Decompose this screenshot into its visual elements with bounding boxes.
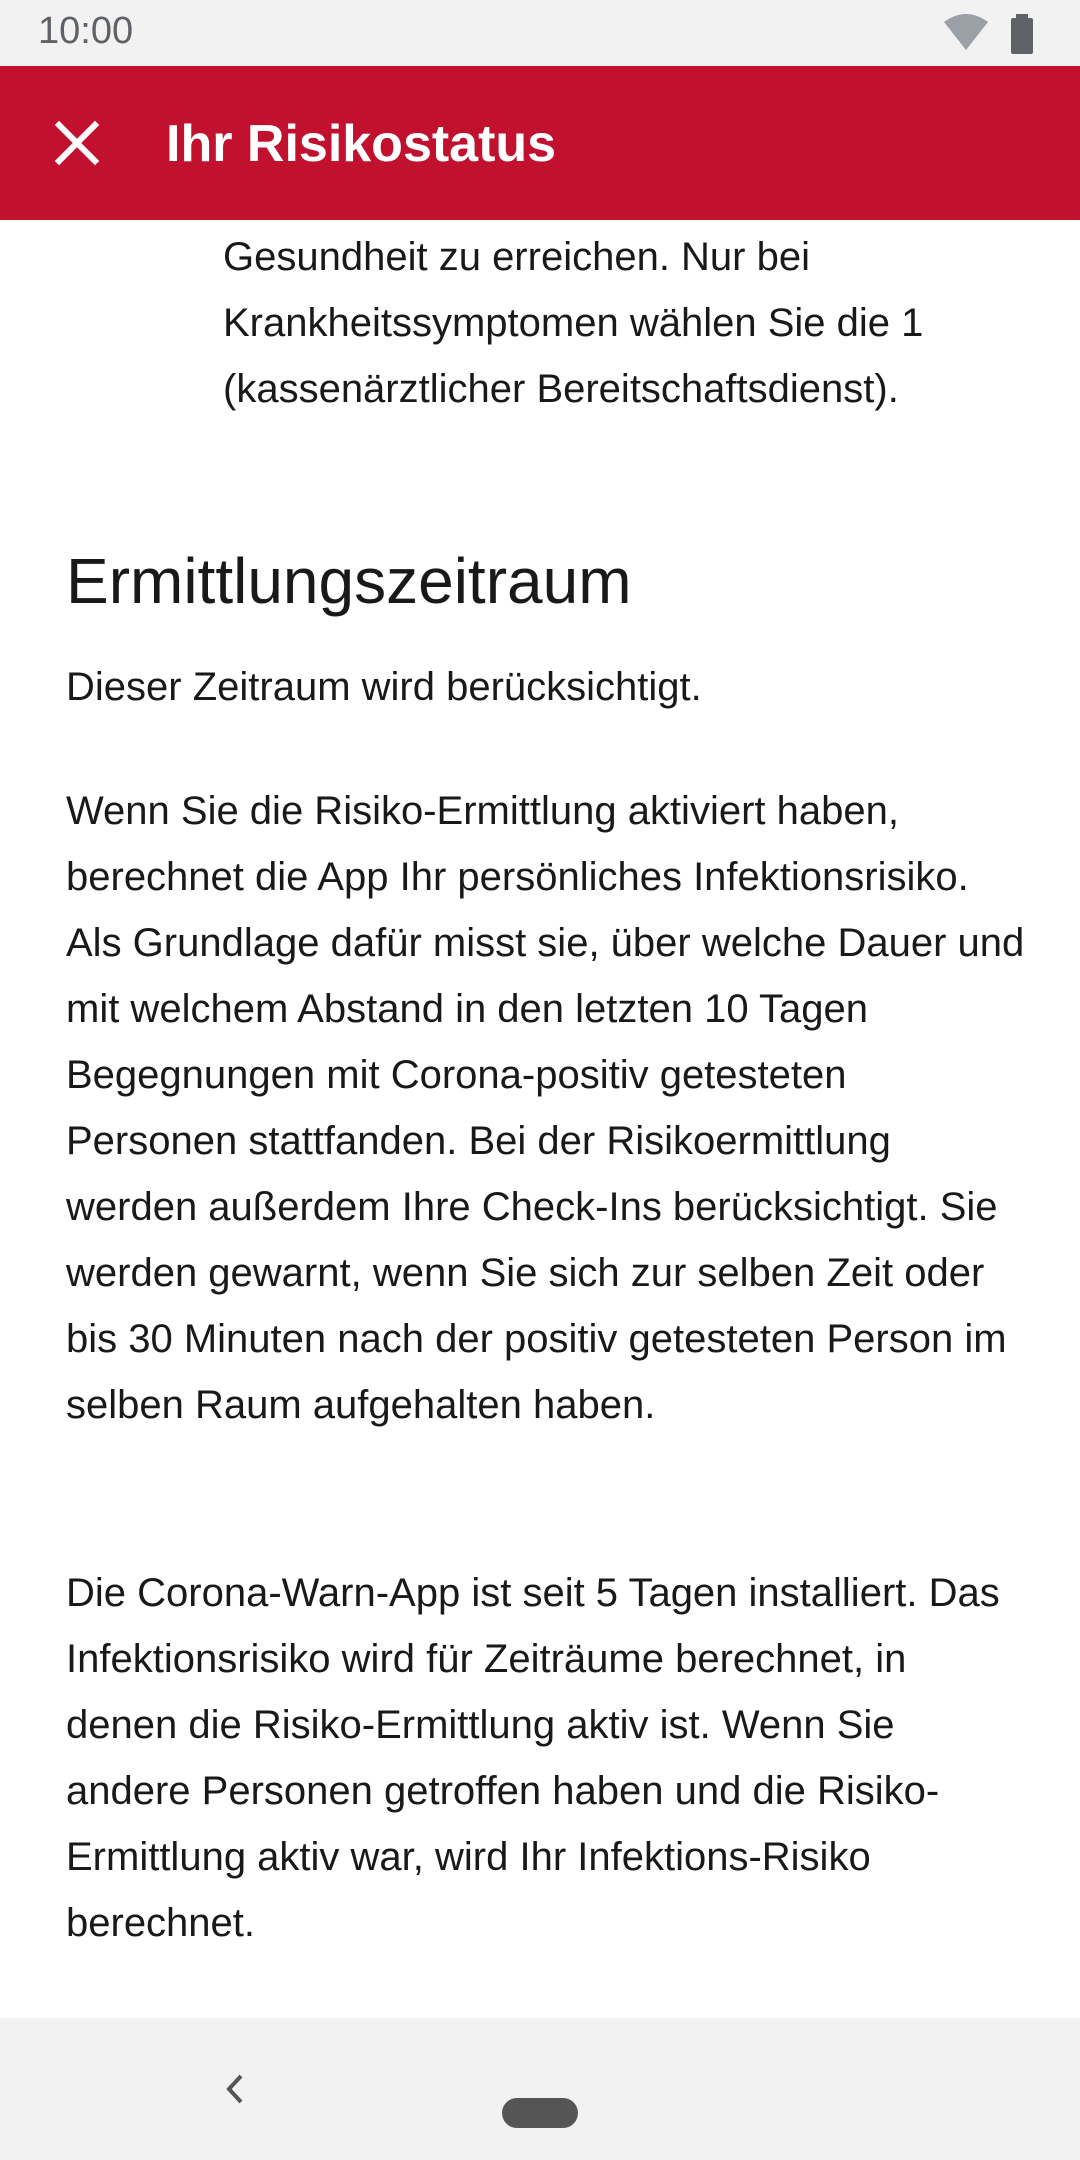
bullet-text-continuation: Gesundheit zu erreichen. Nur bei Krankhe…	[223, 235, 924, 411]
back-icon[interactable]	[215, 2064, 255, 2114]
close-icon	[54, 120, 100, 166]
page-title: Ihr Risikostatus	[166, 115, 557, 173]
paragraph-risk-calculation: Wenn Sie die Risiko-Ermittlung aktiviert…	[66, 789, 1025, 1427]
section-subtitle: Dieser Zeitraum wird berücksichtigt.	[66, 665, 702, 709]
status-icons	[944, 14, 1042, 54]
paragraph-installation-period: Die Corona-Warn-App ist seit 5 Tagen ins…	[66, 1571, 1000, 1945]
battery-icon	[1011, 14, 1033, 54]
close-button[interactable]	[40, 106, 114, 180]
section-title: Ermittlungszeitraum	[66, 545, 632, 617]
navigation-bar	[0, 2018, 1080, 2160]
status-time: 10:00	[38, 10, 134, 52]
content-scroll-area[interactable]: Gesundheit zu erreichen. Nur bei Krankhe…	[0, 220, 1080, 2018]
wifi-icon	[944, 14, 988, 50]
status-bar: 10:00	[0, 0, 1080, 66]
home-handle[interactable]	[502, 2098, 578, 2128]
app-bar: Ihr Risikostatus	[0, 66, 1080, 220]
